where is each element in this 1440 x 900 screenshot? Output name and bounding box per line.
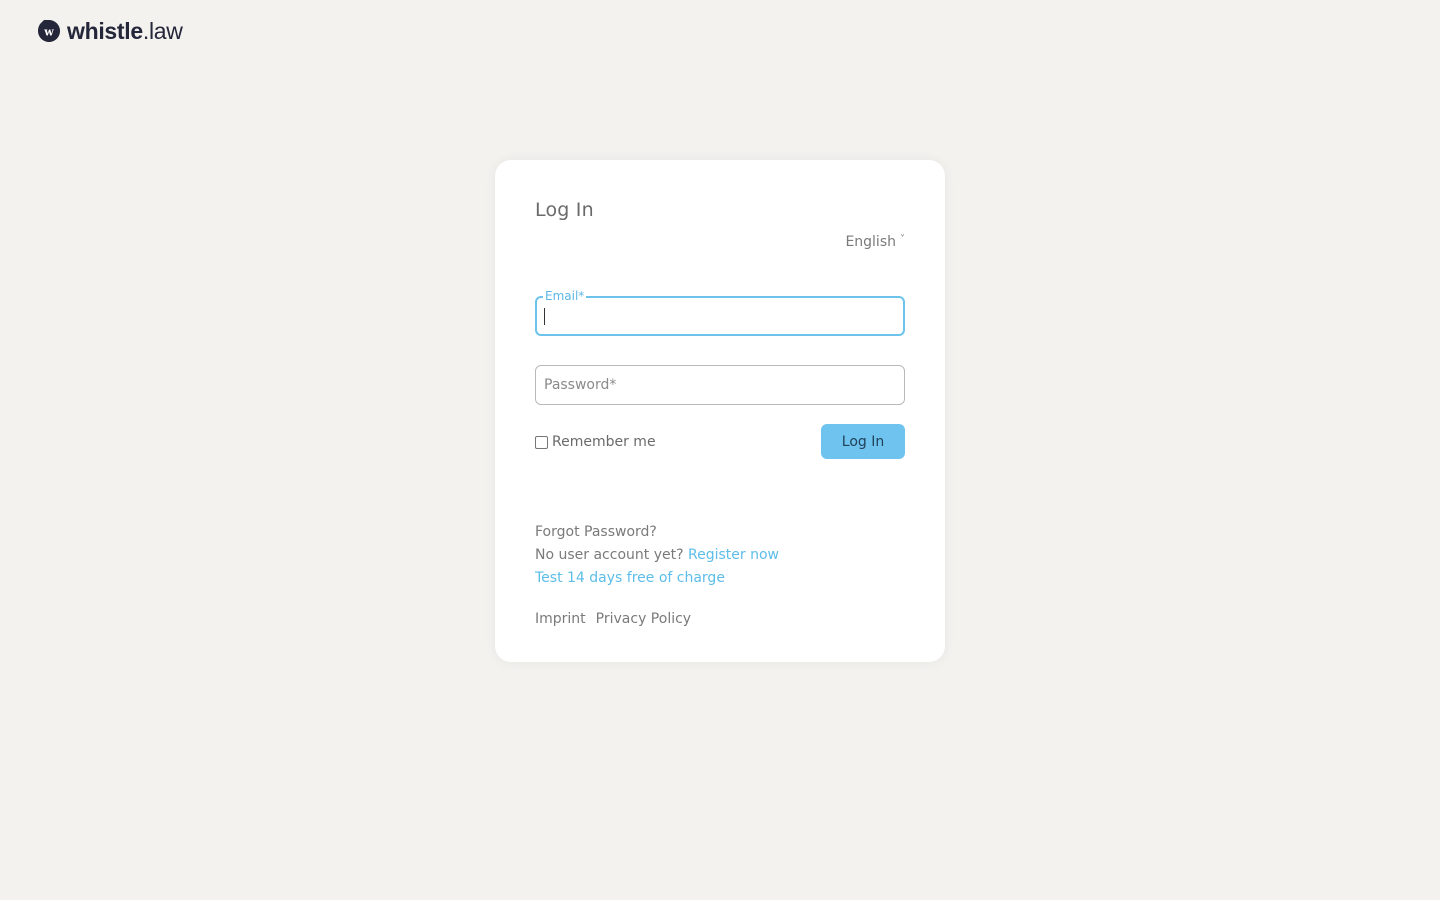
account-links: Forgot Password? No user account yet? Re…	[535, 521, 779, 590]
imprint-link[interactable]: Imprint	[535, 611, 586, 627]
card-footer: Imprint Privacy Policy	[535, 611, 691, 627]
language-selector[interactable]: English ˅	[845, 234, 905, 250]
page-title: Log In	[535, 199, 594, 221]
login-card: Log In English ˅ Email* Remember me Log …	[495, 160, 945, 662]
privacy-policy-link[interactable]: Privacy Policy	[596, 611, 691, 627]
remember-me-label: Remember me	[552, 434, 656, 450]
brand-name-bold: whistle	[67, 18, 143, 44]
remember-me-checkbox[interactable]	[535, 435, 548, 449]
brand-logo[interactable]: w whistle.law	[37, 19, 183, 43]
email-field[interactable]	[537, 298, 903, 334]
brand-name-light: .law	[142, 18, 183, 44]
language-label: English	[845, 234, 896, 250]
chevron-down-icon: ˅	[900, 234, 905, 245]
whistle-logo-icon: w	[38, 20, 60, 42]
password-field[interactable]	[536, 366, 904, 404]
no-account-text: No user account yet?	[535, 547, 684, 563]
password-field-wrapper	[535, 365, 905, 405]
login-button[interactable]: Log In	[821, 424, 905, 459]
remember-me[interactable]: Remember me	[535, 434, 656, 450]
forgot-password-link[interactable]: Forgot Password?	[535, 521, 779, 544]
register-row: No user account yet? Register now	[535, 544, 779, 567]
text-caret	[544, 308, 545, 325]
brand-name: whistle.law	[67, 19, 183, 43]
register-link[interactable]: Register now	[688, 547, 779, 563]
free-trial-link[interactable]: Test 14 days free of charge	[535, 567, 779, 590]
logo-mark-letter: w	[43, 26, 54, 39]
email-field-wrapper: Email*	[535, 289, 905, 336]
